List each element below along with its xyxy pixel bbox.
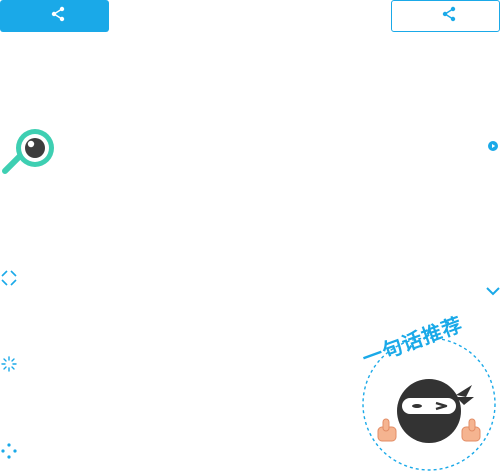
play-icon[interactable] [488,141,498,151]
loading-dots-icon [1,443,17,459]
expand-icon[interactable] [1,270,17,286]
share-button-left[interactable] [0,0,109,32]
share-icon [441,6,457,27]
share-icon [50,6,66,27]
chevron-down-icon[interactable] [486,285,500,297]
loading-spinner-icon [1,356,17,372]
share-button-right[interactable] [391,0,500,32]
magnifier-eye-icon [2,129,54,174]
